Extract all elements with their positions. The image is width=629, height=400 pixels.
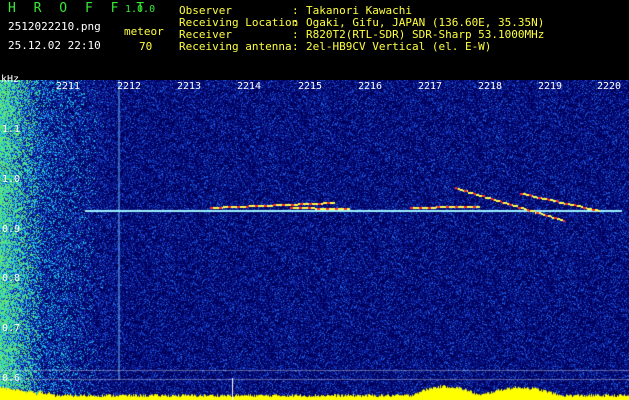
image-filename: 2512022210.png xyxy=(8,20,101,33)
time-tick-label: 2213 xyxy=(177,81,202,92)
freq-tick-label: 0.9 xyxy=(2,224,21,235)
app-version: 1.0.0 xyxy=(125,4,156,15)
meteor-count-value: 70 xyxy=(139,40,153,53)
time-tick-label: 2217 xyxy=(418,81,443,92)
antenna-sep: : xyxy=(292,40,299,53)
time-tick-label: 2218 xyxy=(478,81,503,92)
meteor-count-label: meteor xyxy=(124,25,164,38)
time-tick-label: 2219 xyxy=(538,81,563,92)
freq-tick-label: 1.0 xyxy=(2,174,21,185)
time-tick-label: 2216 xyxy=(358,81,383,92)
time-tick-label: 2220 xyxy=(597,81,622,92)
freq-tick-label: 0.8 xyxy=(2,273,21,284)
time-tick-label: 2214 xyxy=(237,81,262,92)
freq-tick-label: 0.7 xyxy=(2,323,21,334)
antenna-value: 2el-HB9CV Vertical (el. E-W) xyxy=(306,40,492,53)
header-panel: H R O F F T 1.0.0 2512022210.png 25.12.0… xyxy=(0,0,629,80)
y-unit-label: kHz xyxy=(1,74,20,85)
time-tick-label: 2215 xyxy=(298,81,323,92)
freq-tick-label: 0.6 xyxy=(2,373,21,384)
time-tick-label: 2212 xyxy=(117,81,142,92)
freq-tick-label: 1.1 xyxy=(2,124,21,135)
timestamp: 25.12.02 22:10 xyxy=(8,39,101,52)
spectrogram-overlay: kHz 2211 2212 2213 2214 2215 2216 2217 2… xyxy=(0,74,629,400)
antenna-key: Receiving antenna xyxy=(179,40,292,53)
time-tick-label: 2211 xyxy=(56,81,81,92)
